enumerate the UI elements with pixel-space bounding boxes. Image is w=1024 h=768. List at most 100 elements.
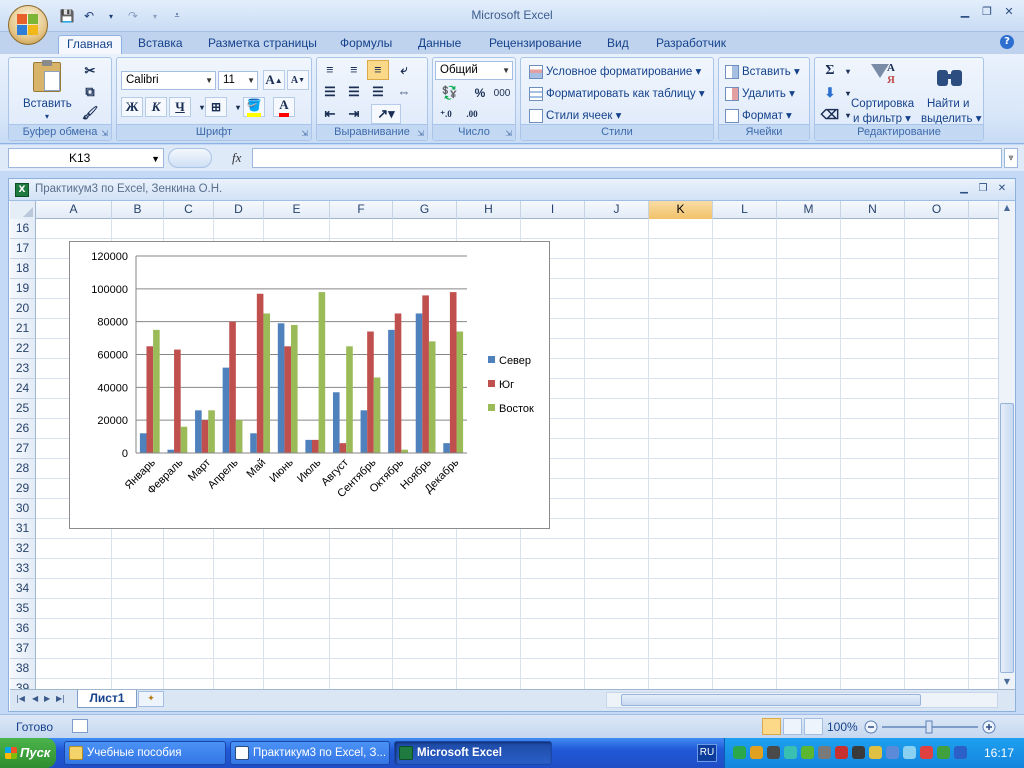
find-select-icon[interactable] xyxy=(937,64,963,88)
row-header[interactable]: 25 xyxy=(10,399,36,419)
row-header[interactable]: 23 xyxy=(10,359,36,379)
minimize-icon[interactable]: ▁ xyxy=(957,182,971,196)
first-sheet-icon[interactable]: |◀ xyxy=(16,694,25,703)
grow-font-button[interactable]: A ▲ xyxy=(263,70,285,90)
column-header[interactable]: D xyxy=(214,201,264,219)
close-icon[interactable]: ✕ xyxy=(1000,4,1018,20)
find-select-line1[interactable]: Найти и xyxy=(927,98,969,110)
cell-styles-button[interactable]: Стили ячеек ▾ xyxy=(529,108,621,123)
office-button[interactable] xyxy=(8,5,48,45)
sort-filter-line1[interactable]: Сортировка xyxy=(851,98,914,110)
chart-object[interactable]: 0 20000 40000 60000 80000 100000 120000 Январь Ф… xyxy=(69,241,550,529)
align-right-icon[interactable]: ☰ xyxy=(367,82,389,102)
number-format-combo[interactable]: Общий ▼ xyxy=(435,61,513,80)
row-header[interactable]: 24 xyxy=(10,379,36,399)
font-name-combo[interactable]: Calibri ▼ xyxy=(121,71,216,90)
increase-indent-icon[interactable]: ⇥ xyxy=(343,104,365,124)
vertical-scrollbar[interactable]: ▲ ▼ xyxy=(998,201,1015,689)
row-header[interactable]: 32 xyxy=(10,539,36,559)
row-header[interactable]: 31 xyxy=(10,519,36,539)
column-header[interactable]: E xyxy=(264,201,330,219)
find-select-line2[interactable]: выделить ▾ xyxy=(921,111,981,125)
row-header[interactable]: 18 xyxy=(10,259,36,279)
align-center-icon[interactable]: ☰ xyxy=(343,82,365,102)
zoom-slider[interactable] xyxy=(862,719,998,735)
font-size-combo[interactable]: 11 ▼ xyxy=(218,71,258,90)
format-painter-icon[interactable]: 🖌 xyxy=(79,103,101,123)
tray-monitor-icon[interactable] xyxy=(767,746,780,759)
bold-button[interactable]: Ж xyxy=(121,97,143,117)
column-header[interactable]: N xyxy=(841,201,905,219)
delete-cells-button[interactable]: Удалить ▾ xyxy=(725,86,795,101)
tab-developer[interactable]: Разработчик xyxy=(648,35,734,54)
row-header[interactable]: 22 xyxy=(10,339,36,359)
tab-data[interactable]: Данные xyxy=(410,35,469,54)
percent-style-button[interactable]: % xyxy=(469,83,491,103)
tray-bluetooth-icon[interactable] xyxy=(954,746,967,759)
taskbar-item-folder[interactable]: Учебные пособия xyxy=(64,741,226,765)
minimize-icon[interactable]: ▁ xyxy=(956,4,974,20)
restore-icon[interactable]: ❐ xyxy=(976,182,990,196)
sort-filter-line2[interactable]: и фильтр ▾ xyxy=(853,111,911,125)
row-header[interactable]: 29 xyxy=(10,479,36,499)
dialog-launcher-icon[interactable]: ⇲ xyxy=(101,129,108,138)
cut-icon[interactable]: ✂ xyxy=(79,61,101,81)
close-icon[interactable]: ✕ xyxy=(995,182,1009,196)
dialog-launcher-icon[interactable]: ⇲ xyxy=(301,129,308,138)
normal-view-icon[interactable] xyxy=(762,718,781,735)
align-left-icon[interactable]: ☰ xyxy=(319,82,341,102)
language-indicator[interactable]: RU xyxy=(697,744,717,762)
page-break-view-icon[interactable] xyxy=(804,718,823,735)
column-header[interactable]: L xyxy=(713,201,777,219)
row-header[interactable]: 21 xyxy=(10,319,36,339)
tray-disk-icon[interactable] xyxy=(818,746,831,759)
tray-messenger-icon[interactable] xyxy=(869,746,882,759)
next-sheet-icon[interactable]: ▶ xyxy=(44,694,50,703)
column-header[interactable]: B xyxy=(112,201,164,219)
insert-cells-button[interactable]: Вставить ▾ xyxy=(725,64,800,79)
column-header[interactable]: K xyxy=(649,201,713,219)
align-bottom-icon[interactable]: ≡ xyxy=(367,60,389,80)
decrease-decimal-icon[interactable]: .00 xyxy=(461,104,483,124)
row-header[interactable]: 35 xyxy=(10,599,36,619)
tray-security-icon[interactable] xyxy=(801,746,814,759)
insert-sheet-icon[interactable]: ✦ xyxy=(138,691,164,707)
select-all-button[interactable] xyxy=(10,201,36,219)
prev-sheet-icon[interactable]: ◀ xyxy=(32,694,38,703)
tray-antivirus-icon[interactable] xyxy=(835,746,848,759)
column-header[interactable]: I xyxy=(521,201,585,219)
sort-filter-icon[interactable]: A Я xyxy=(869,62,899,90)
column-header[interactable]: J xyxy=(585,201,649,219)
accounting-format-icon[interactable]: 💱 xyxy=(435,83,465,103)
row-header[interactable]: 36 xyxy=(10,619,36,639)
tray-network-icon[interactable] xyxy=(784,746,797,759)
column-header[interactable]: H xyxy=(457,201,521,219)
tray-volume-icon[interactable] xyxy=(852,746,865,759)
column-header[interactable]: M xyxy=(777,201,841,219)
insert-function-button[interactable]: fx xyxy=(232,150,241,166)
name-box[interactable]: K13 ▼ xyxy=(8,148,164,168)
tab-formulas[interactable]: Формулы xyxy=(332,35,400,54)
row-header[interactable]: 27 xyxy=(10,439,36,459)
tab-review[interactable]: Рецензирование xyxy=(481,35,590,54)
row-header[interactable]: 34 xyxy=(10,579,36,599)
help-icon[interactable]: ? xyxy=(1000,35,1014,49)
start-button[interactable]: Пуск xyxy=(0,738,56,768)
last-sheet-icon[interactable]: ▶| xyxy=(56,694,65,703)
tray-sync-icon[interactable] xyxy=(886,746,899,759)
row-header[interactable]: 16 xyxy=(10,219,36,239)
horizontal-scroll-thumb[interactable] xyxy=(621,694,921,706)
row-header[interactable]: 37 xyxy=(10,639,36,659)
column-header[interactable]: O xyxy=(905,201,969,219)
column-header[interactable]: C xyxy=(164,201,214,219)
formula-input[interactable] xyxy=(252,148,1002,168)
orientation-icon[interactable]: ↗▾ xyxy=(371,104,401,124)
paste-dropdown-icon[interactable]: ▾ xyxy=(45,112,49,121)
conditional-formatting-button[interactable]: Условное форматирование ▾ xyxy=(529,64,701,79)
borders-icon[interactable]: ⊞ xyxy=(205,97,227,117)
zoom-level[interactable]: 100% xyxy=(827,720,858,734)
tab-view[interactable]: Вид xyxy=(599,35,637,54)
tab-page-layout[interactable]: Разметка страницы xyxy=(200,35,325,54)
column-header[interactable]: F xyxy=(330,201,393,219)
tray-power-icon[interactable] xyxy=(903,746,916,759)
